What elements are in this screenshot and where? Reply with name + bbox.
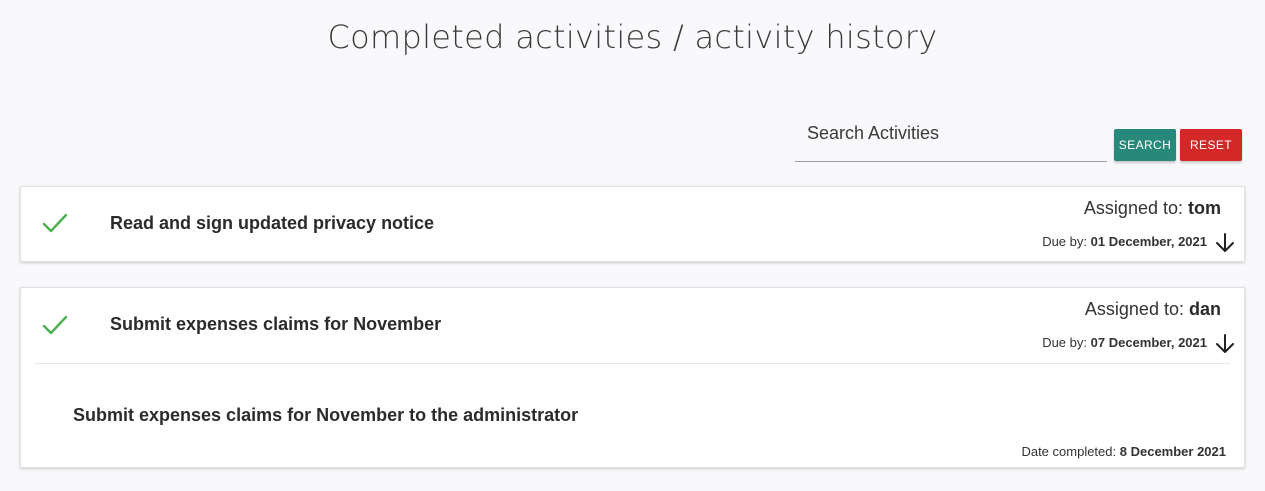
assigned-label: Assigned to:	[1083, 198, 1183, 218]
search-input[interactable]	[795, 116, 1107, 161]
card-divider	[35, 363, 1230, 364]
activity-card[interactable]: Submit expenses claims for November Assi…	[20, 287, 1245, 468]
due-date: Due by: 01 December, 2021	[1042, 234, 1207, 249]
completed-label: Date completed:	[1021, 444, 1117, 459]
activity-title: Submit expenses claims for November	[110, 314, 442, 334]
check-icon	[42, 213, 68, 233]
reset-button[interactable]: RESET	[1180, 129, 1242, 161]
completed-date-value: 8 December 2021	[1119, 444, 1226, 459]
due-date-value: 07 December, 2021	[1090, 335, 1207, 350]
search-field	[795, 116, 1107, 162]
due-label: Due by:	[1042, 335, 1087, 350]
assignee-name: tom	[1188, 198, 1221, 218]
arrow-down-icon[interactable]	[1215, 232, 1235, 254]
date-completed: Date completed: 8 December 2021	[1021, 444, 1226, 459]
assigned-label: Assigned to:	[1084, 299, 1184, 319]
activity-history-page: Completed activities / activity history …	[0, 0, 1265, 491]
arrow-down-icon[interactable]	[1215, 333, 1235, 355]
assigned-to: Assigned to: dan	[1085, 299, 1221, 320]
assignee-name: dan	[1188, 299, 1221, 319]
activity-title: Read and sign updated privacy notice	[110, 213, 435, 233]
activity-description: Submit expenses claims for November to t…	[73, 405, 579, 425]
due-date: Due by: 07 December, 2021	[1042, 335, 1207, 350]
due-date-value: 01 December, 2021	[1090, 234, 1207, 249]
search-button[interactable]: SEARCH	[1114, 129, 1176, 161]
check-icon	[42, 315, 68, 335]
page-title: Completed activities / activity history	[327, 18, 938, 56]
assigned-to: Assigned to: tom	[1084, 198, 1221, 219]
activity-card[interactable]: Read and sign updated privacy notice Ass…	[20, 186, 1245, 262]
due-label: Due by:	[1042, 234, 1087, 249]
